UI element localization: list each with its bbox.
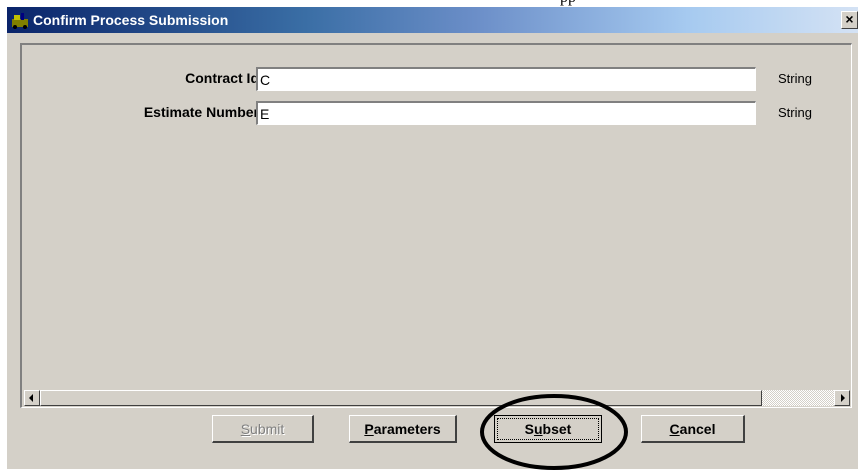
close-icon: × [845,11,854,27]
parameter-panel: Contract Id String Estimate Number Strin… [20,43,852,408]
estimate-number-type: String [778,105,812,120]
parameters-button[interactable]: Parameters [349,415,457,443]
subset-focus-ring: Subset [497,418,599,440]
scroll-left-button[interactable] [24,390,40,406]
horizontal-scrollbar[interactable] [24,390,850,406]
subset-button[interactable]: Subset [494,415,602,443]
right-arrow-icon [841,394,845,402]
submit-button[interactable]: Submit [212,415,314,443]
contract-id-type: String [778,71,812,86]
contract-id-label: Contract Id [185,70,259,86]
dialog-window: Confirm Process Submission × Contract Id… [6,6,858,469]
contract-id-input[interactable] [256,67,756,91]
parameter-row-contract-id: Contract Id String [22,67,852,91]
parameters-mnemonic: P [364,420,374,437]
estimate-number-label: Estimate Number [143,104,259,120]
submit-label-rest: ubmit [250,420,285,437]
scroll-thumb[interactable] [40,390,762,406]
submit-mnemonic: S [240,420,251,437]
document-caption-fragment: pp [560,0,576,6]
cancel-button[interactable]: Cancel [641,415,745,443]
cancel-mnemonic: C [669,420,680,437]
cancel-label-rest: ancel [679,420,716,437]
window-title: Confirm Process Submission [33,12,229,28]
close-button[interactable]: × [841,11,858,29]
scroll-track[interactable] [762,390,834,406]
parameters-label-rest: arameters [373,420,441,437]
app-icon [12,13,28,29]
scroll-right-button[interactable] [834,390,850,406]
estimate-number-input[interactable] [256,101,756,125]
subset-label-pre: S [524,421,534,437]
subset-mnemonic: u [533,421,543,437]
parameter-row-estimate-number: Estimate Number String [22,101,852,125]
subset-label-rest: bset [542,421,572,437]
title-bar[interactable]: Confirm Process Submission × [7,7,858,33]
left-arrow-icon [29,394,33,402]
